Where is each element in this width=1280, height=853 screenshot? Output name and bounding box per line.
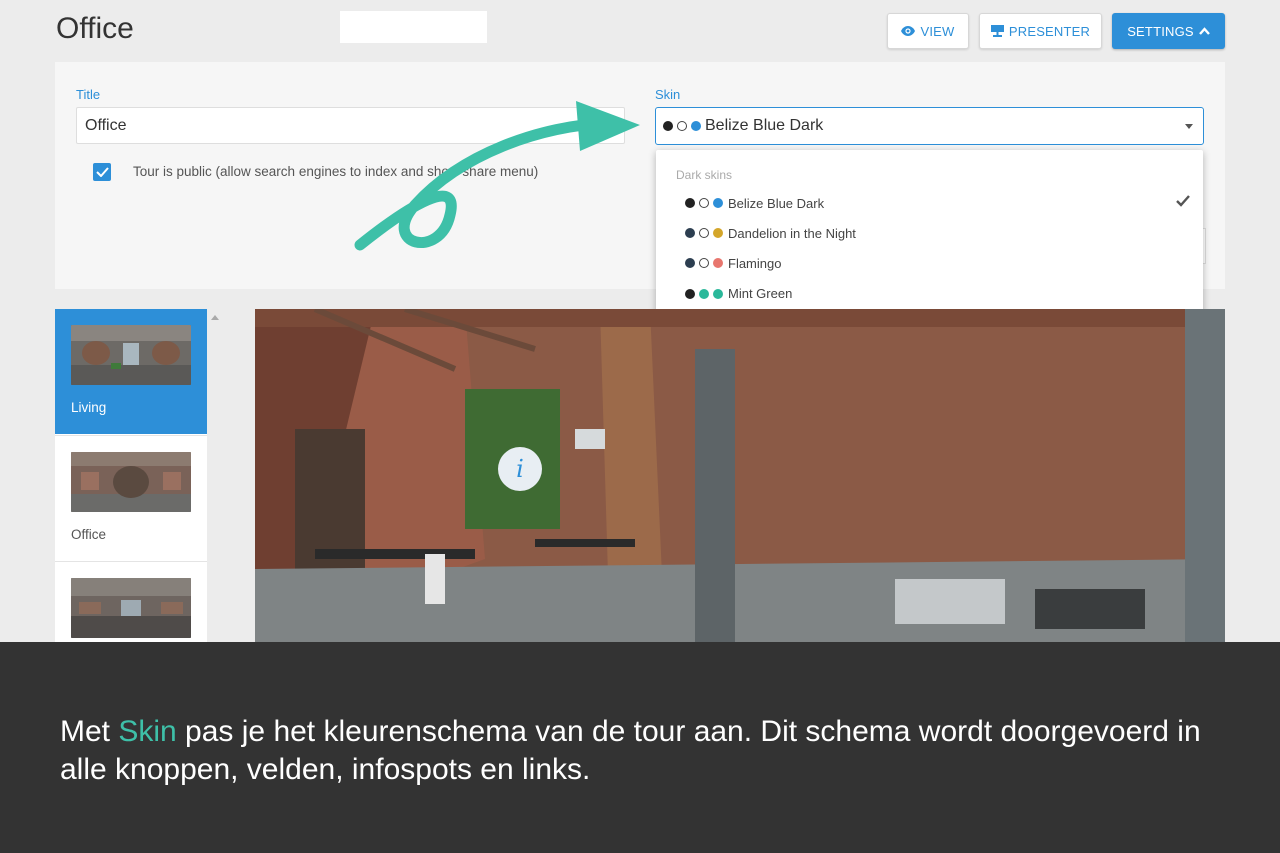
settings-button-label: SETTINGS <box>1127 23 1194 39</box>
svg-text:i: i <box>516 455 524 483</box>
checkmark-icon <box>95 167 109 177</box>
skin-group-label: Dark skins <box>676 168 733 182</box>
caption-prefix: Met <box>60 715 119 748</box>
presenter-icon <box>990 25 1004 37</box>
scroll-up-arrow[interactable] <box>211 315 219 320</box>
view-button[interactable]: VIEW <box>887 13 969 49</box>
scene-thumbnail <box>71 578 191 638</box>
color-dot <box>685 198 695 208</box>
chevron-up-icon <box>1198 27 1210 35</box>
skin-color-dots <box>685 228 723 239</box>
skin-option-label: Belize Blue Dark <box>728 195 825 211</box>
color-dot <box>691 121 701 131</box>
color-dot <box>677 121 687 131</box>
title-placeholder-box <box>340 11 487 43</box>
skin-option[interactable]: Mint Green <box>685 283 1190 305</box>
color-dot <box>713 258 723 269</box>
scene-list: Living Office <box>55 309 207 642</box>
color-dot <box>685 258 695 269</box>
scene-thumbnail <box>71 452 191 512</box>
skin-option-label: Mint Green <box>728 286 793 302</box>
caret-down-icon <box>1185 124 1193 129</box>
selected-check-icon <box>1176 195 1190 207</box>
skin-option[interactable]: Dandelion in the Night <box>685 222 1190 244</box>
skin-option-label: Flamingo <box>728 255 782 271</box>
panorama-viewer[interactable]: i <box>255 309 1225 642</box>
color-dot <box>663 121 673 131</box>
skin-option[interactable]: Flamingo <box>685 252 1190 274</box>
color-dot <box>713 288 723 299</box>
scene-item[interactable]: Living <box>55 309 207 434</box>
eye-icon <box>901 26 916 36</box>
public-checkbox-label: Tour is public (allow search engines to … <box>133 164 539 179</box>
scene-item[interactable]: Office <box>55 435 207 560</box>
caption-bar: Met Skin pas je het kleurenschema van de… <box>0 642 1280 853</box>
color-dot <box>713 228 723 239</box>
scene-thumbnail <box>71 325 191 385</box>
title-label: Title <box>76 87 101 102</box>
skin-color-dots <box>663 121 701 131</box>
skin-option-label: Dandelion in the Night <box>728 225 856 241</box>
color-dot <box>699 258 709 269</box>
skin-select[interactable]: Belize Blue Dark <box>655 107 1204 145</box>
view-button-label: VIEW <box>920 23 955 39</box>
skin-color-dots <box>685 288 723 299</box>
color-dot <box>685 288 695 299</box>
skin-color-dots <box>685 198 723 208</box>
caption-text: Met Skin pas je het kleurenschema van de… <box>60 713 1230 789</box>
settings-button[interactable]: SETTINGS <box>1112 13 1225 49</box>
skin-option[interactable]: Belize Blue Dark <box>685 192 1190 214</box>
skin-color-dots <box>685 258 723 269</box>
color-dot <box>699 228 709 239</box>
skin-select-value: Belize Blue Dark <box>705 117 824 134</box>
presenter-button[interactable]: PRESENTER <box>979 13 1102 49</box>
color-dot <box>685 228 695 239</box>
skin-label: Skin <box>655 87 681 102</box>
public-checkbox[interactable] <box>93 163 111 181</box>
caption-rest: pas je het kleurenschema van de tour aan… <box>60 715 1201 786</box>
scene-label: Living <box>71 400 107 415</box>
color-dot <box>713 198 723 208</box>
page-title: Office <box>56 12 134 45</box>
color-dot <box>699 198 709 208</box>
scene-label: Office <box>71 527 107 542</box>
color-dot <box>699 288 709 299</box>
caption-highlight: Skin <box>118 715 177 748</box>
scene-item[interactable] <box>55 561 207 642</box>
title-input[interactable] <box>76 107 625 144</box>
presenter-button-label: PRESENTER <box>1008 23 1091 39</box>
